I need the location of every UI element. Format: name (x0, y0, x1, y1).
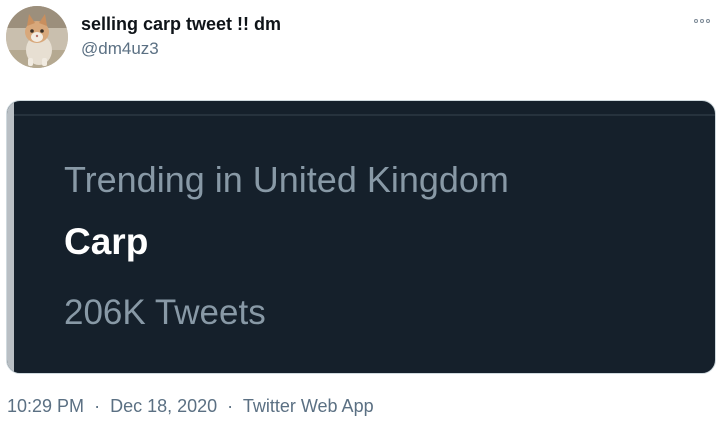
more-horizontal-icon-dot-3 (706, 19, 710, 23)
tweet-media-image[interactable]: Trending in United Kingdom Carp 206K Twe… (6, 100, 716, 374)
tweet-source[interactable]: Twitter Web App (243, 396, 374, 416)
tweet-date[interactable]: Dec 18, 2020 (110, 396, 217, 416)
avatar[interactable] (6, 6, 68, 68)
meta-separator: · (94, 396, 101, 416)
image-top-divider (14, 114, 715, 116)
more-options-button[interactable] (690, 12, 714, 30)
tweet-time[interactable]: 10:29 PM (7, 396, 84, 416)
display-name[interactable]: selling carp tweet !! dm (81, 14, 281, 35)
tweet-metadata: 10:29 PM · Dec 18, 2020 · Twitter Web Ap… (7, 396, 374, 417)
meta-separator-2: · (227, 396, 234, 416)
image-left-edge (7, 101, 14, 373)
trend-name: Carp (64, 221, 149, 262)
tweet: selling carp tweet !! dm @dm4uz3 Trendin… (0, 0, 723, 428)
cat-avatar-image (6, 6, 68, 68)
trend-tweet-count: 206K Tweets (64, 293, 266, 332)
more-horizontal-icon-dot-2 (700, 19, 704, 23)
user-handle[interactable]: @dm4uz3 (81, 39, 159, 59)
trend-context: Trending in United Kingdom (64, 159, 509, 200)
more-horizontal-icon (694, 19, 698, 23)
